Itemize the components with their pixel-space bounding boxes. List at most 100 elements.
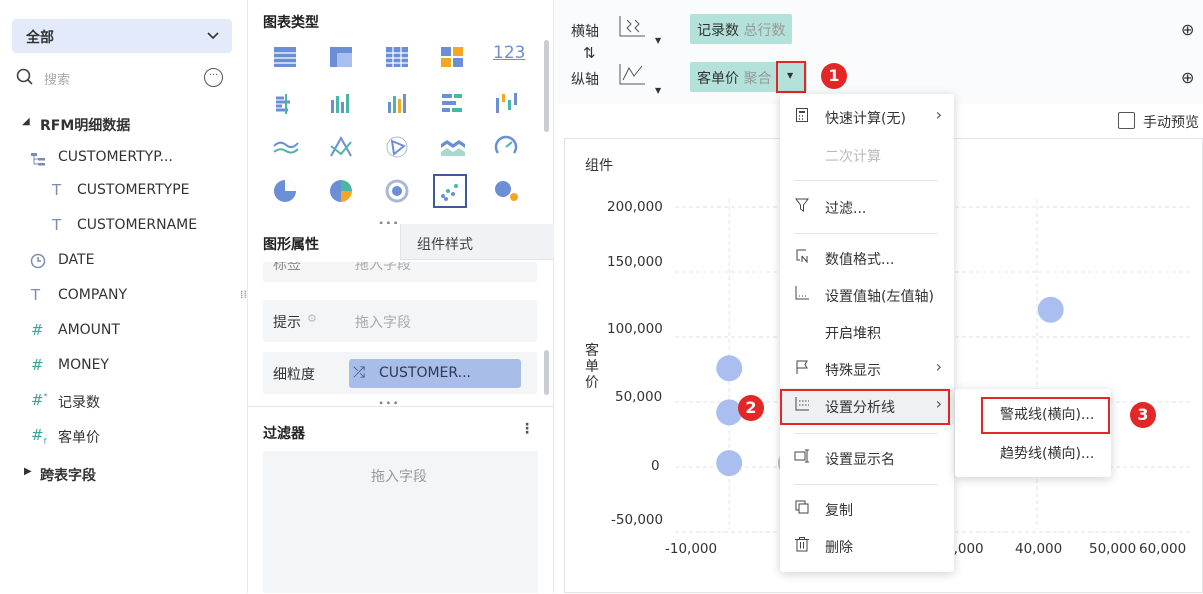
tree-item-money[interactable]: # MONEY: [0, 356, 240, 377]
waterfall-chart-icon[interactable]: [493, 90, 521, 116]
tree-label: CUSTOMERTYP...: [58, 149, 173, 165]
detail-table-icon[interactable]: [384, 44, 412, 70]
number-field-icon: #: [31, 356, 44, 374]
menu-item-filter[interactable]: 过滤...: [780, 189, 954, 225]
tree-label: 记录数: [58, 395, 100, 411]
x-axis-label: 横轴: [571, 24, 599, 40]
menu-item-trend-line[interactable]: 趋势线(横向)...: [955, 434, 1111, 470]
column-chart-icon[interactable]: [328, 90, 356, 116]
table-chart-icon[interactable]: [272, 44, 300, 70]
menu-item-special-display[interactable]: 特殊显示 ›: [780, 351, 954, 387]
tree-item-amount[interactable]: # AMOUNT: [0, 321, 240, 342]
bar-chart-icon[interactable]: [439, 90, 467, 116]
count-field-icon: #*: [31, 391, 48, 409]
caret-down-icon[interactable]: ▼: [655, 36, 661, 45]
swap-axes-icon[interactable]: ⇅: [583, 44, 596, 62]
axis-config: 横轴 ▼ 记录数 总行数 ⊕ ⇅ 纵轴 ▼ 客单价 聚合 ▼ ⊕: [555, 0, 1203, 104]
chart-type-title: 图表类型: [263, 15, 319, 31]
resize-handle-icon[interactable]: ⁞⁞: [240, 289, 247, 300]
tree-item-customername[interactable]: T CUSTOMERNAME: [0, 216, 240, 237]
tab-component-style[interactable]: 组件样式: [400, 224, 554, 260]
caret-down-icon: ▼: [787, 71, 794, 80]
highlight-alert-line: [981, 397, 1110, 434]
menu-label: 二次计算: [825, 149, 881, 165]
menu-item-number-format[interactable]: 数值格式...: [780, 240, 954, 276]
pill-dropdown-button[interactable]: ▼: [776, 61, 806, 93]
menu-label: 特殊显示: [825, 363, 881, 379]
ring-chart-icon[interactable]: [384, 178, 412, 204]
granularity-value: CUSTOMER...: [379, 365, 471, 381]
chart-type-scrollbar[interactable]: [544, 40, 549, 132]
chevron-down-icon: [207, 32, 219, 40]
x-axis-chart-icon[interactable]: [617, 14, 647, 40]
menu-item-enable-stack[interactable]: 开启堆积: [780, 314, 954, 350]
lock-icon[interactable]: ⊕: [1181, 68, 1194, 87]
number-chart-icon[interactable]: 123: [493, 43, 525, 63]
kpi-card-icon[interactable]: [439, 44, 467, 70]
pill-aggregation: 聚合: [743, 71, 772, 87]
label-drop-zone[interactable]: 标签 拖入字段: [263, 262, 537, 282]
scatter-point: [716, 355, 743, 382]
gauge-chart-icon[interactable]: [493, 134, 521, 160]
tab-graphic-props[interactable]: 图形属性: [248, 224, 400, 260]
caret-down-icon: ◢: [22, 116, 30, 127]
scope-dropdown[interactable]: 全部: [12, 19, 232, 53]
area-chart-icon[interactable]: [439, 134, 467, 160]
menu-label: 趋势线(横向)...: [1000, 446, 1095, 462]
x-axis-field-pill[interactable]: 记录数 总行数: [690, 14, 793, 44]
granularity-drop-zone[interactable]: 细粒度 ⤮ CUSTOMER...: [263, 352, 537, 394]
range-chart-icon[interactable]: [328, 134, 356, 160]
granularity-pill[interactable]: ⤮ CUSTOMER...: [349, 359, 521, 388]
tree-label: CUSTOMERNAME: [77, 217, 198, 233]
tree-item-date[interactable]: DATE: [0, 252, 240, 272]
flag-icon: [796, 360, 808, 374]
tree-item-unit-price[interactable]: #f 客单价: [0, 426, 240, 447]
lock-icon[interactable]: ⊕: [1181, 20, 1194, 39]
scope-label: 全部: [26, 30, 54, 46]
tree-item-rfm[interactable]: ◢ RFM明细数据: [0, 115, 240, 135]
x-tick-label: 40,000: [1015, 541, 1063, 557]
more-vertical-icon[interactable]: ⋮: [520, 421, 534, 437]
caret-down-icon[interactable]: ▼: [655, 86, 661, 95]
tree-item-company[interactable]: T COMPANY: [0, 286, 240, 307]
menu-item-delete[interactable]: 删除: [780, 528, 954, 564]
search-input[interactable]: 搜索: [12, 66, 202, 90]
prop-label: 细粒度: [273, 367, 315, 383]
y-tick-label: -50,000: [611, 512, 664, 528]
tree-item-cross-table[interactable]: ▶ 跨表字段: [0, 465, 240, 485]
tooltip-drop-zone[interactable]: 提示 ⚙ 拖入字段: [263, 300, 537, 342]
tab-label: 组件样式: [417, 237, 473, 253]
grouped-bar-icon[interactable]: [272, 90, 300, 116]
tree-item-record-count[interactable]: #* 记录数: [0, 391, 240, 412]
pivot-table-icon[interactable]: [328, 44, 356, 70]
scatter-chart-icon: [441, 184, 458, 201]
menu-label: 数值格式...: [825, 252, 895, 268]
search-placeholder: 搜索: [44, 73, 71, 88]
rose-chart-icon[interactable]: [328, 178, 356, 204]
tree-item-customertype[interactable]: T CUSTOMERTYPE: [0, 181, 240, 202]
prop-label: 标签: [273, 262, 301, 273]
stacked-column-icon[interactable]: [384, 90, 412, 116]
filter-drop-zone[interactable]: 拖入字段: [263, 451, 538, 593]
shuffle-icon: ⤮: [353, 363, 366, 381]
prop-label: 提示: [273, 315, 301, 331]
more-circle-icon[interactable]: ···: [204, 68, 223, 87]
line-chart-icon[interactable]: [272, 134, 300, 160]
chevron-right-icon: ›: [935, 105, 942, 124]
pie-chart-icon[interactable]: [272, 178, 300, 204]
tree-item-customertyp-group[interactable]: CUSTOMERTYP...: [0, 149, 240, 169]
calc-field-icon: #f: [31, 426, 47, 446]
rename-icon: [794, 449, 809, 463]
radar-chart-icon[interactable]: [384, 134, 412, 160]
y-axis-chart-icon[interactable]: [617, 62, 647, 88]
drag-handle-icon[interactable]: ∙∙∙: [378, 398, 400, 409]
scatter-chart-selected[interactable]: [433, 174, 467, 208]
menu-item-display-name[interactable]: 设置显示名: [780, 440, 954, 476]
menu-item-quick-calc[interactable]: 快速计算(无) ›: [780, 99, 954, 135]
menu-item-value-axis[interactable]: 设置值轴(左值轴): [780, 277, 954, 313]
menu-divider: [794, 433, 938, 434]
bubble-chart-icon[interactable]: [493, 178, 521, 204]
menu-item-copy[interactable]: 复制: [780, 491, 954, 527]
props-scrollbar[interactable]: [544, 350, 549, 395]
checkbox[interactable]: [1118, 112, 1135, 129]
